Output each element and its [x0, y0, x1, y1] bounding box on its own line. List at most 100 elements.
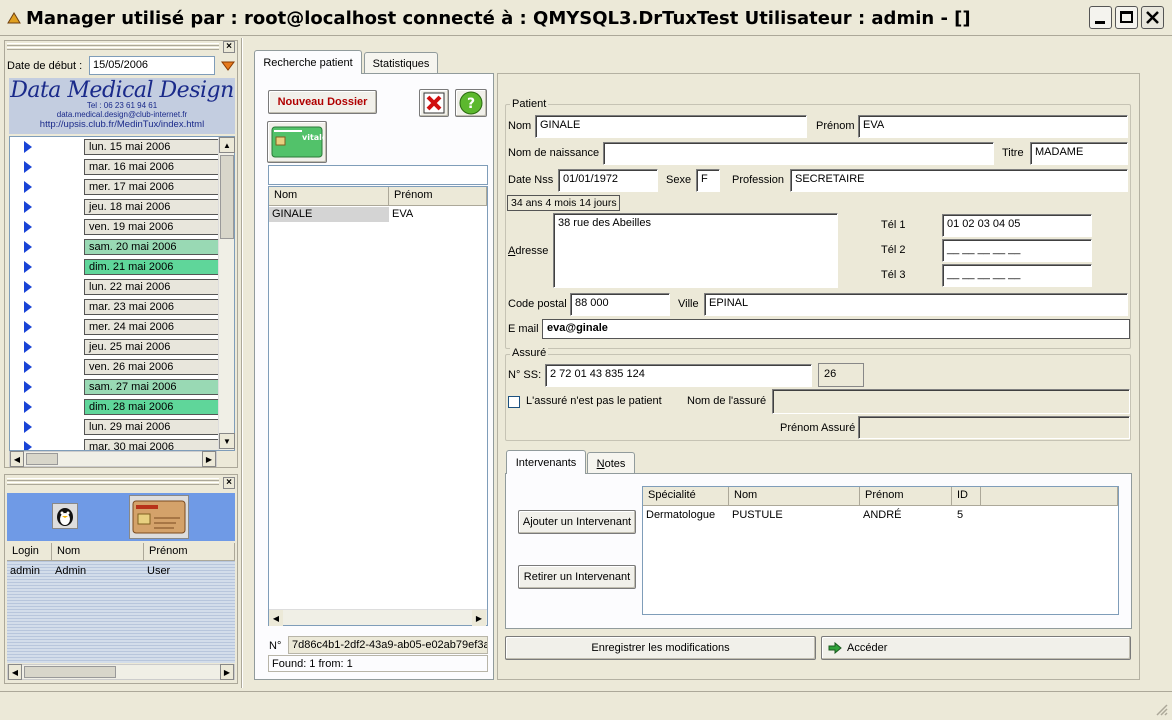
- email-field[interactable]: eva@ginale: [542, 319, 1130, 339]
- col-specialite[interactable]: Spécialité: [643, 487, 729, 506]
- col-prenom[interactable]: Prénom: [144, 543, 235, 561]
- splitter[interactable]: [241, 38, 243, 688]
- col-nom[interactable]: Nom: [52, 543, 144, 561]
- tel2-field[interactable]: __ __ __ __ __: [942, 239, 1092, 262]
- day-arrow-icon[interactable]: [24, 281, 32, 293]
- day-arrow-icon[interactable]: [24, 221, 32, 233]
- vitale-card-button[interactable]: [129, 495, 189, 539]
- patient-list[interactable]: Nom Prénom GINALE EVA ◀ ▶: [268, 186, 488, 626]
- prenom-field[interactable]: EVA: [858, 115, 1128, 138]
- col-prenom[interactable]: Prénom: [389, 187, 487, 206]
- col-login[interactable]: Login: [7, 543, 52, 561]
- search-input[interactable]: [268, 165, 488, 185]
- minimize-button[interactable]: [1089, 6, 1112, 29]
- intervenants-list[interactable]: Spécialité Nom Prénom ID Dermatologue PU…: [642, 486, 1119, 615]
- ville-field[interactable]: EPINAL: [704, 293, 1128, 316]
- linux-user-button[interactable]: [52, 503, 78, 529]
- col-prenom[interactable]: Prénom: [860, 487, 952, 506]
- save-button[interactable]: Enregistrer les modifications: [505, 636, 816, 660]
- day-item[interactable]: dim. 21 mai 2006: [84, 259, 225, 275]
- day-arrow-icon[interactable]: [24, 181, 32, 193]
- add-intervenant-button[interactable]: Ajouter un Intervenant: [518, 510, 636, 534]
- users-hscrollbar[interactable]: ◀ ▶: [7, 664, 235, 680]
- day-item[interactable]: mar. 16 mai 2006: [84, 159, 225, 175]
- users-dock-close-icon[interactable]: ×: [223, 477, 235, 489]
- day-list[interactable]: lun. 15 mai 2006 mar. 16 mai 2006 mer. 17 …: [9, 136, 235, 451]
- new-file-button[interactable]: Nouveau Dossier: [268, 90, 377, 114]
- day-arrow-icon[interactable]: [24, 261, 32, 273]
- day-arrow-icon[interactable]: [24, 141, 32, 153]
- intervenant-specialite[interactable]: Dermatologue: [646, 509, 715, 521]
- tab-notes[interactable]: Notes: [587, 452, 635, 474]
- user-login[interactable]: admin: [10, 565, 40, 577]
- vitale-read-button[interactable]: vitale: [267, 121, 327, 163]
- titre-field[interactable]: MADAME: [1030, 142, 1128, 165]
- day-item[interactable]: mer. 17 mai 2006: [84, 179, 225, 195]
- day-item[interactable]: jeu. 25 mai 2006: [84, 339, 225, 355]
- nom-naissance-field[interactable]: [603, 142, 994, 165]
- patient-row-nom[interactable]: GINALE: [272, 208, 312, 220]
- scroll-thumb[interactable]: [220, 155, 234, 239]
- scroll-up-icon[interactable]: ▲: [219, 137, 235, 153]
- delete-button[interactable]: [419, 89, 449, 117]
- ss-field[interactable]: 2 72 01 43 835 124: [545, 364, 812, 387]
- intervenant-id[interactable]: 5: [957, 509, 963, 521]
- col-nom[interactable]: Nom: [269, 187, 389, 206]
- dock-grip[interactable]: [7, 43, 219, 46]
- day-arrow-icon[interactable]: [24, 201, 32, 213]
- nom-field[interactable]: GINALE: [535, 115, 807, 138]
- close-button[interactable]: [1141, 6, 1164, 29]
- tel1-field[interactable]: 01 02 03 04 05: [942, 214, 1092, 237]
- day-item[interactable]: dim. 28 mai 2006: [84, 399, 225, 415]
- day-list-hscrollbar[interactable]: ◀ ▶: [9, 451, 217, 467]
- help-button[interactable]: ?: [455, 89, 487, 117]
- day-arrow-icon[interactable]: [24, 341, 32, 353]
- calendar-dropdown-icon[interactable]: [221, 61, 235, 71]
- intervenant-prenom[interactable]: ANDRÉ: [863, 509, 902, 521]
- day-arrow-icon[interactable]: [24, 321, 32, 333]
- remove-intervenant-button[interactable]: Retirer un Intervenant: [518, 565, 636, 589]
- day-arrow-icon[interactable]: [24, 381, 32, 393]
- tab-recherche-patient[interactable]: Recherche patient: [254, 50, 362, 74]
- user-prenom[interactable]: User: [147, 565, 170, 577]
- intervenant-nom[interactable]: PUSTULE: [732, 509, 783, 521]
- day-item[interactable]: ven. 26 mai 2006: [84, 359, 225, 375]
- scroll-left-icon[interactable]: ◀: [10, 451, 24, 467]
- col-id[interactable]: ID: [952, 487, 981, 506]
- day-item[interactable]: lun. 29 mai 2006: [84, 419, 225, 435]
- user-nom[interactable]: Admin: [55, 565, 86, 577]
- day-item[interactable]: ven. 19 mai 2006: [84, 219, 225, 235]
- day-item[interactable]: mer. 24 mai 2006: [84, 319, 225, 335]
- day-list-scrollbar[interactable]: ▲ ▼: [218, 137, 235, 450]
- scroll-down-icon[interactable]: ▼: [219, 433, 235, 449]
- tab-intervenants[interactable]: Intervenants: [506, 450, 586, 474]
- day-item[interactable]: sam. 27 mai 2006: [84, 379, 225, 395]
- scroll-right-icon[interactable]: ▶: [202, 451, 216, 467]
- tel3-field[interactable]: __ __ __ __ __: [942, 264, 1092, 287]
- day-arrow-icon[interactable]: [24, 441, 32, 450]
- day-item[interactable]: lun. 15 mai 2006: [84, 139, 225, 155]
- day-item[interactable]: mar. 30 mai 2006: [84, 439, 225, 450]
- date-naissance-field[interactable]: 01/01/1972: [558, 169, 658, 192]
- maximize-button[interactable]: [1115, 6, 1138, 29]
- code-postal-field[interactable]: 88 000: [570, 293, 670, 316]
- start-date-field[interactable]: 15/05/2006: [89, 56, 215, 75]
- profession-field[interactable]: SECRETAIRE: [790, 169, 1128, 192]
- resize-grip-icon[interactable]: [1156, 704, 1168, 716]
- tab-statistiques[interactable]: Statistiques: [364, 52, 438, 74]
- access-button[interactable]: Accéder: [821, 636, 1131, 660]
- day-arrow-icon[interactable]: [24, 361, 32, 373]
- day-arrow-icon[interactable]: [24, 401, 32, 413]
- day-item[interactable]: jeu. 18 mai 2006: [84, 199, 225, 215]
- day-arrow-icon[interactable]: [24, 421, 32, 433]
- not-patient-checkbox[interactable]: [508, 396, 520, 408]
- patient-row-prenom[interactable]: EVA: [392, 208, 413, 220]
- users-list[interactable]: Login Nom Prénom admin Admin User: [7, 543, 235, 663]
- day-arrow-icon[interactable]: [24, 301, 32, 313]
- day-arrow-icon[interactable]: [24, 241, 32, 253]
- day-item[interactable]: mar. 23 mai 2006: [84, 299, 225, 315]
- day-arrow-icon[interactable]: [24, 161, 32, 173]
- day-item[interactable]: sam. 20 mai 2006: [84, 239, 225, 255]
- sexe-field[interactable]: F: [696, 169, 720, 192]
- patient-list-hscrollbar[interactable]: ◀ ▶: [269, 609, 487, 626]
